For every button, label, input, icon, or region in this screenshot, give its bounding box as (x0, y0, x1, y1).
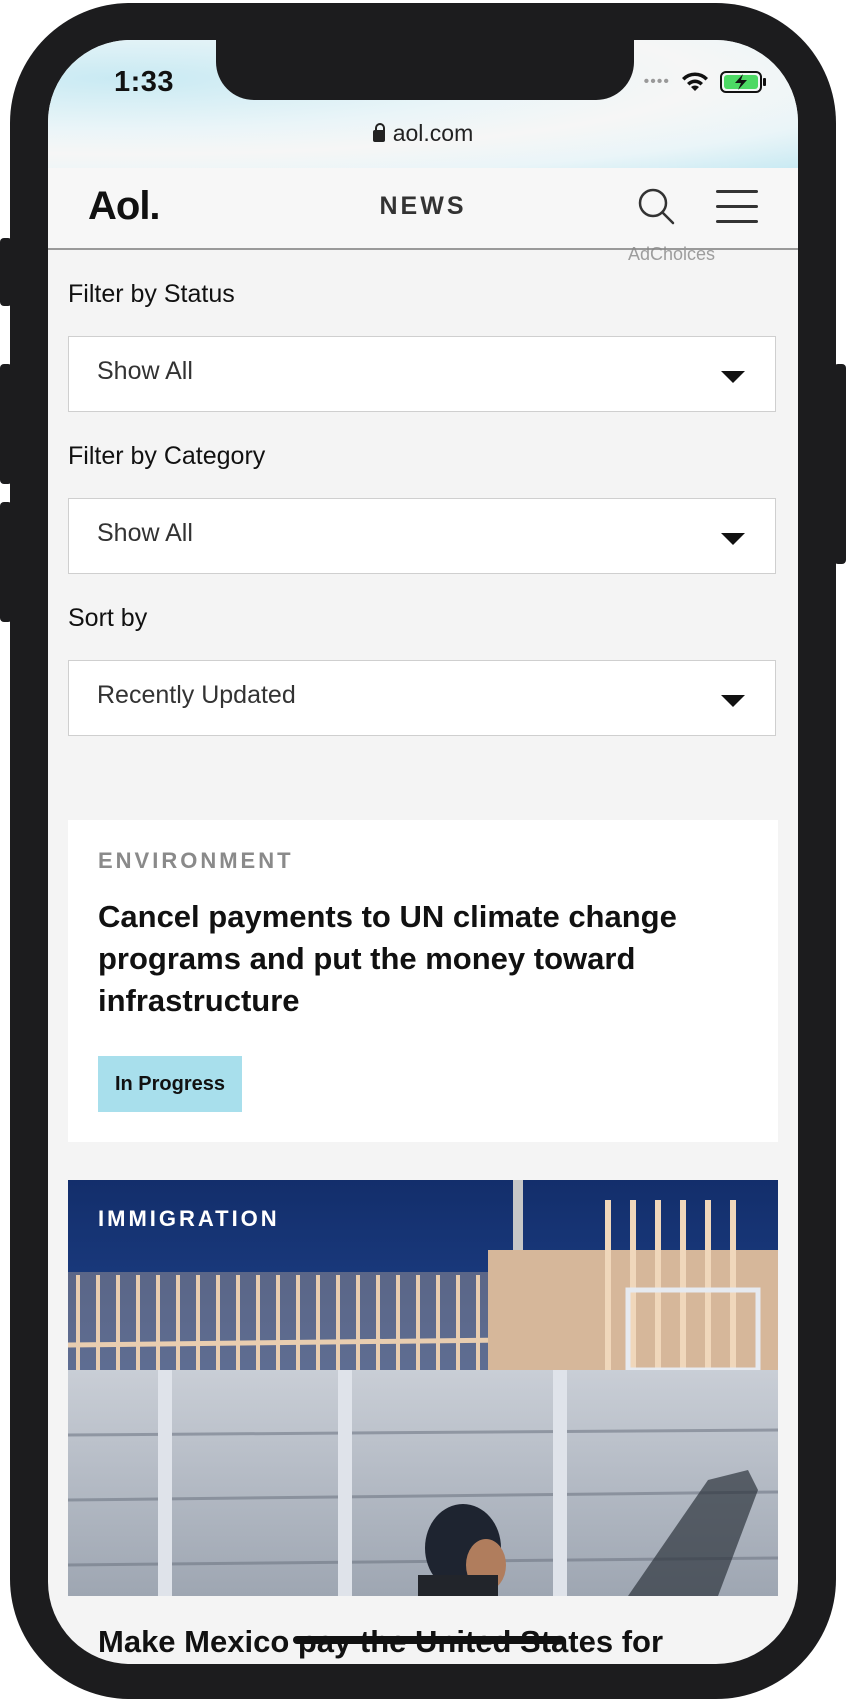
battery-charging-icon (720, 71, 766, 93)
browser-top-bar: 1:33 •••• aol.com (48, 40, 798, 169)
filter-category-label: Filter by Category (68, 442, 266, 470)
power-button (834, 364, 846, 564)
article-card[interactable]: ENVIRONMENT Cancel payments to UN climat… (68, 820, 778, 1142)
image-category: IMMIGRATION (98, 1206, 280, 1231)
filter-category-select[interactable]: Show All (68, 498, 776, 574)
wifi-icon (682, 72, 708, 91)
article-image[interactable]: IMMIGRATION (68, 1180, 778, 1596)
home-indicator[interactable] (293, 1636, 563, 1644)
filter-status-label: Filter by Status (68, 280, 235, 308)
caret-down-icon (721, 695, 745, 707)
site-header: Aol. NEWS (48, 168, 798, 250)
url-text: aol.com (392, 120, 474, 146)
notch (216, 40, 634, 100)
section-title[interactable]: NEWS (48, 192, 798, 221)
lock-icon (372, 123, 385, 142)
volume-up-button (0, 364, 12, 484)
status-time: 1:33 (114, 66, 175, 98)
card-title[interactable]: Cancel payments to UN climate change pro… (98, 896, 738, 1022)
card-category: ENVIRONMENT (98, 848, 294, 873)
caret-down-icon (721, 371, 745, 383)
filter-status-select[interactable]: Show All (68, 336, 776, 412)
border-wall-photo (68, 1180, 778, 1596)
filter-status-value: Show All (97, 357, 193, 385)
cellular-signal-icon: •••• (643, 73, 670, 90)
mute-switch (0, 238, 12, 306)
filter-category-value: Show All (97, 519, 193, 547)
status-icons: •••• (644, 70, 768, 94)
hamburger-menu-icon[interactable] (716, 190, 758, 223)
address-bar[interactable]: aol.com (48, 120, 798, 147)
adchoices-label[interactable]: AdChoices (628, 244, 715, 262)
sort-by-label: Sort by (68, 604, 148, 632)
status-badge: In Progress (98, 1056, 242, 1112)
caret-down-icon (721, 533, 745, 545)
volume-down-button (0, 502, 12, 622)
sort-by-value: Recently Updated (97, 681, 296, 709)
screen: 1:33 •••• aol.com Aol. NEWS AdChoices Fi… (48, 40, 798, 1664)
search-icon[interactable] (636, 186, 676, 226)
sort-by-select[interactable]: Recently Updated (68, 660, 776, 736)
